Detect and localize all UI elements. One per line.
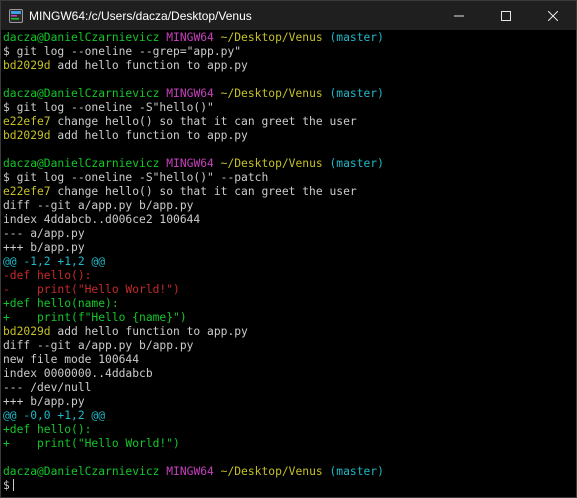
mingw-app-icon [5, 1, 27, 30]
terminal-segment: dacza@DanielCzarnievicz [3, 87, 167, 100]
terminal-segment: MINGW64 [166, 31, 221, 44]
terminal-segment: diff --git a/app.py b/app.py [3, 339, 194, 352]
terminal-line: -def hello(): [3, 269, 564, 283]
title-bar[interactable]: MINGW64:/c/Users/dacza/Desktop/Venus [1, 1, 576, 30]
terminal-line: diff --git a/app.py b/app.py [3, 339, 564, 353]
terminal-segment: dacza@DanielCzarnievicz [3, 465, 167, 478]
terminal-line: new file mode 100644 [3, 353, 564, 367]
terminal-segment: dacza@DanielCzarnievicz [3, 31, 167, 44]
terminal-segment: e22efe7 [3, 185, 51, 198]
terminal-window: MINGW64:/c/Users/dacza/Desktop/Venus dac… [0, 0, 577, 498]
terminal-segment: +++ b/app.py [3, 241, 85, 254]
terminal-segment: bd2029d [3, 59, 51, 72]
terminal-segment: MINGW64 [166, 465, 221, 478]
terminal-segment: diff --git a/app.py b/app.py [3, 199, 194, 212]
terminal-line: dacza@DanielCzarnievicz MINGW64 ~/Deskto… [3, 157, 564, 171]
terminal-segment: (master) [329, 87, 384, 100]
terminal-segment: (master) [329, 31, 384, 44]
close-icon[interactable] [529, 1, 576, 30]
terminal-segment: $ git log --oneline --grep="app.py" [3, 45, 242, 58]
terminal-segment: +def hello(name): [3, 297, 119, 310]
terminal-line: e22efe7 change hello() so that it can gr… [3, 185, 564, 199]
terminal-segment: @@ -0,0 +1,2 @@ [3, 409, 106, 422]
terminal-line: + print(f"Hello {name}") [3, 311, 564, 325]
terminal-line: e22efe7 change hello() so that it can gr… [3, 115, 564, 129]
terminal-line: @@ -1,2 +1,2 @@ [3, 255, 564, 269]
scrollbar[interactable] [564, 30, 576, 497]
terminal-segment: e22efe7 [3, 115, 51, 128]
terminal-segment: ~/Desktop/Venus [220, 31, 330, 44]
terminal-segment: dacza@DanielCzarnievicz [3, 157, 167, 170]
terminal-segment: MINGW64 [166, 87, 221, 100]
terminal-line: $ git log --oneline --grep="app.py" [3, 45, 564, 59]
terminal-segment: ~/Desktop/Venus [220, 465, 330, 478]
minimize-icon[interactable] [435, 1, 482, 30]
terminal-output[interactable]: dacza@DanielCzarnievicz MINGW64 ~/Deskto… [1, 30, 564, 497]
terminal-segment: +++ b/app.py [3, 395, 85, 408]
terminal-line: bd2029d add hello function to app.py [3, 325, 564, 339]
terminal-segment: $ git log --oneline -S"hello()" --patch [3, 171, 269, 184]
terminal-line: @@ -0,0 +1,2 @@ [3, 409, 564, 423]
terminal-line: diff --git a/app.py b/app.py [3, 199, 564, 213]
text-cursor [12, 479, 14, 491]
terminal-line: dacza@DanielCzarnievicz MINGW64 ~/Deskto… [3, 465, 564, 479]
terminal-segment: MINGW64 [166, 157, 221, 170]
terminal-segment: index 0000000..4ddabcb [3, 367, 153, 380]
terminal-segment: bd2029d [3, 325, 51, 338]
terminal-segment: $ git log --oneline -S"hello()" [3, 101, 214, 114]
terminal-segment: - print("Hello World!") [3, 283, 180, 296]
window-controls [435, 1, 576, 30]
terminal-line: bd2029d add hello function to app.py [3, 59, 564, 73]
terminal-segment: $ [3, 479, 10, 492]
terminal-line: --- a/app.py [3, 227, 564, 241]
terminal-segment: (master) [329, 465, 384, 478]
window-title: MINGW64:/c/Users/dacza/Desktop/Venus [29, 8, 252, 23]
terminal-segment: add hello function to app.py [50, 325, 248, 338]
terminal-segment: ~/Desktop/Venus [220, 157, 330, 170]
maximize-icon[interactable] [482, 1, 529, 30]
terminal-line: $ [3, 479, 564, 493]
terminal-line: --- /dev/null [3, 381, 564, 395]
terminal-segment: ~/Desktop/Venus [220, 87, 330, 100]
terminal-line: dacza@DanielCzarnievicz MINGW64 ~/Deskto… [3, 87, 564, 101]
terminal-segment: --- a/app.py [3, 227, 85, 240]
terminal-line: +++ b/app.py [3, 395, 564, 409]
terminal-line: index 4ddabcb..d006ce2 100644 [3, 213, 564, 227]
terminal-segment: + print(f"Hello {name}") [3, 311, 187, 324]
terminal-line: dacza@DanielCzarnievicz MINGW64 ~/Deskto… [3, 31, 564, 45]
terminal-segment: change hello() so that it can greet the … [50, 115, 357, 128]
terminal-line: bd2029d add hello function to app.py [3, 129, 564, 143]
terminal-segment: add hello function to app.py [50, 59, 248, 72]
terminal-segment: --- /dev/null [3, 381, 92, 394]
terminal-line: $ git log --oneline -S"hello()" [3, 101, 564, 115]
terminal-line: $ git log --oneline -S"hello()" --patch [3, 171, 564, 185]
terminal-segment: -def hello(): [3, 269, 92, 282]
terminal-segment: bd2029d [3, 129, 51, 142]
terminal-segment: change hello() so that it can greet the … [50, 185, 357, 198]
terminal-segment: new file mode 100644 [3, 353, 140, 366]
terminal-line: index 0000000..4ddabcb [3, 367, 564, 381]
terminal-line: - print("Hello World!") [3, 283, 564, 297]
terminal-line: +++ b/app.py [3, 241, 564, 255]
terminal-segment: (master) [329, 157, 384, 170]
terminal-segment: index 4ddabcb..d006ce2 100644 [3, 213, 201, 226]
terminal-line: +def hello(name): [3, 297, 564, 311]
terminal-line: +def hello(): [3, 423, 564, 437]
terminal-segment: + print("Hello World!") [3, 437, 180, 450]
terminal-line: + print("Hello World!") [3, 437, 564, 451]
terminal-segment: +def hello(): [3, 423, 92, 436]
terminal-segment: add hello function to app.py [50, 129, 248, 142]
terminal-segment: @@ -1,2 +1,2 @@ [3, 255, 106, 268]
